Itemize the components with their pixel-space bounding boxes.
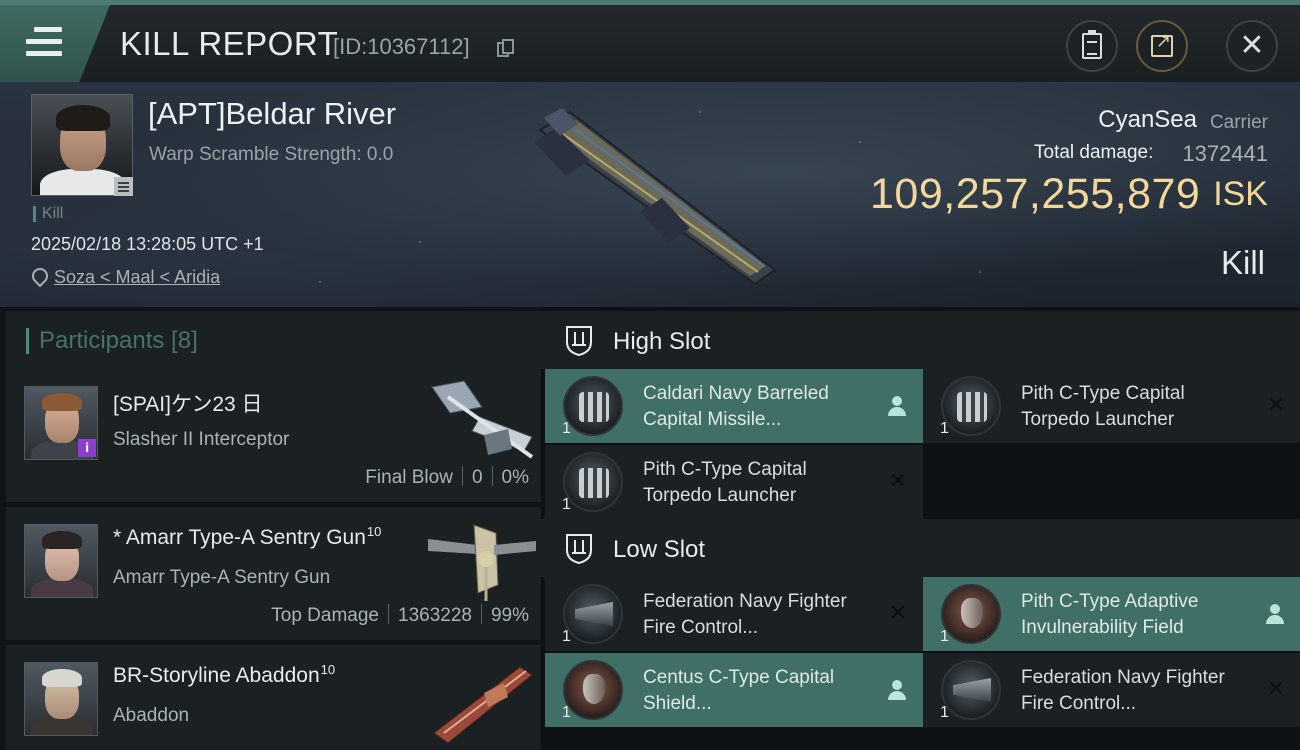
participants-title: Participants [8] — [26, 328, 198, 354]
clipboard-button[interactable] — [1066, 20, 1118, 72]
kill-datetime: 2025/02/18 13:28:05 UTC +1 — [31, 234, 264, 254]
warp-scramble-strength: Warp Scramble Strength: 0.0 — [149, 144, 394, 165]
participant-damage: 1363228 — [398, 605, 472, 626]
participant-row[interactable]: BR-Storyline Abaddon10 Abaddon — [6, 645, 541, 750]
result-label: Kill — [1220, 244, 1265, 281]
participant-ship: Abaddon — [113, 705, 190, 726]
participant-row[interactable]: * Amarr Type-A Sentry Gun10 Amarr Type-A… — [6, 507, 541, 640]
isk-value: 109,257,255,879 — [870, 170, 1201, 218]
kill-id: [ID:10367112] — [333, 34, 470, 59]
module-quantity: 1 — [940, 420, 949, 437]
close-icon: ✕ — [1239, 28, 1265, 63]
info-icon[interactable]: i — [78, 439, 96, 457]
shield-module-icon — [563, 660, 623, 720]
destroyed-status-icon — [887, 603, 909, 625]
fittings-panel: High Slot 1 Caldari Navy Barreled Capita… — [541, 307, 1300, 750]
participant-percent: 99% — [490, 605, 529, 626]
ship-image — [433, 666, 533, 743]
destroyed-status-icon — [1265, 679, 1287, 701]
module-name: Caldari Navy Barreled Capital Missile... — [643, 383, 829, 430]
participant-stats: Top Damage 1363228 99% — [271, 604, 529, 627]
kill-tag: Kill — [33, 206, 63, 222]
low-slot-header: Low Slot — [541, 519, 1300, 577]
menu-button[interactable] — [0, 5, 110, 82]
participant-damage: 0 — [471, 467, 483, 488]
participant-name: BR-Storyline Abaddon10 — [113, 662, 336, 687]
total-damage-label: Total damage: — [1034, 142, 1154, 163]
victim-banner: [APT]Beldar River Warp Scramble Strength… — [0, 82, 1300, 307]
participant-role: Final Blow — [365, 467, 453, 488]
victim-ship-type: Carrier — [1209, 112, 1268, 133]
share-button[interactable] — [1136, 20, 1188, 72]
victim-corporation: CyanSea — [1098, 106, 1197, 133]
participant-ship: Amarr Type-A Sentry Gun — [113, 567, 331, 588]
victim-name[interactable]: [APT]Beldar River — [148, 96, 396, 132]
clipboard-icon — [1082, 30, 1102, 59]
page-title: KILL REPORT — [120, 25, 339, 62]
participant-role: Top Damage — [271, 605, 379, 626]
missile-launcher-icon — [563, 376, 623, 436]
participant-percent: 0% — [501, 467, 529, 488]
fitting-module[interactable]: 1 Centus C-Type Capital Shield... — [545, 653, 923, 727]
fighter-fire-control-icon — [563, 584, 623, 644]
location-pin-icon — [31, 268, 45, 286]
share-icon — [1151, 31, 1173, 57]
dropped-status-icon — [887, 395, 909, 417]
total-damage-value: 1372441 — [1182, 141, 1268, 166]
module-name: Pith C-Type Capital Torpedo Launcher — [1021, 383, 1185, 430]
fitting-module[interactable]: 1 Pith C-Type Capital Torpedo Launcher — [545, 445, 923, 519]
module-quantity: 1 — [940, 704, 949, 721]
copy-icon[interactable] — [497, 39, 514, 58]
module-name: Centus C-Type Capital Shield... — [643, 667, 835, 714]
participant-ship: Slasher II Interceptor — [113, 429, 290, 450]
fitting-module[interactable]: 1 Caldari Navy Barreled Capital Missile.… — [545, 369, 923, 443]
module-quantity: 1 — [562, 704, 571, 721]
participant-name: [SPAI]ケン23 日 — [113, 393, 263, 416]
ship-image — [431, 380, 534, 459]
module-quantity: 1 — [940, 628, 949, 645]
torpedo-launcher-icon — [941, 376, 1001, 436]
participant-name: * Amarr Type-A Sentry Gun10 — [113, 524, 382, 549]
module-name: Federation Navy Fighter Fire Control... — [1021, 667, 1225, 714]
destroyed-status-icon — [887, 471, 909, 493]
dropped-status-icon — [1265, 603, 1287, 625]
module-quantity: 1 — [562, 420, 571, 437]
participant-stats: Final Blow 0 0% — [365, 466, 529, 489]
close-button[interactable]: ✕ — [1226, 20, 1278, 72]
carrier-ship-image — [534, 108, 777, 286]
avatar[interactable] — [24, 662, 98, 736]
ship-image — [428, 524, 536, 601]
low-slot-icon — [566, 534, 592, 564]
participant-row[interactable]: i [SPAI]ケン23 日 Slasher II Interceptor Fi… — [6, 369, 541, 502]
isk-unit: ISK — [1213, 175, 1268, 213]
module-name: Pith C-Type Capital Torpedo Launcher — [643, 459, 807, 506]
destroyed-status-icon — [1265, 395, 1287, 417]
torpedo-launcher-icon — [563, 452, 623, 512]
dropped-status-icon — [887, 679, 909, 701]
module-quantity: 1 — [562, 496, 571, 513]
invulnerability-field-icon — [941, 584, 1001, 644]
fitting-module[interactable]: 1 Federation Navy Fighter Fire Control..… — [923, 653, 1300, 727]
avatar[interactable] — [24, 524, 98, 598]
low-slot-label: Low Slot — [613, 536, 706, 563]
participants-panel: Participants [8] i [SPAI]ケン23 日 Slasher … — [0, 307, 541, 750]
participants-header[interactable]: Participants [8] — [6, 311, 541, 369]
location-link[interactable]: Soza < Maal < Aridia — [54, 267, 220, 288]
fighter-fire-control-icon — [941, 660, 1001, 720]
fitting-module[interactable]: 1 Federation Navy Fighter Fire Control..… — [545, 577, 923, 651]
high-slot-header: High Slot — [541, 311, 1300, 369]
module-quantity: 1 — [562, 628, 571, 645]
module-name: Federation Navy Fighter Fire Control... — [643, 591, 847, 638]
high-slot-label: High Slot — [613, 328, 711, 355]
module-name: Pith C-Type Adaptive Invulnerability Fie… — [1021, 591, 1199, 638]
list-icon[interactable] — [114, 177, 133, 196]
hamburger-menu-icon — [26, 27, 62, 57]
fitting-module[interactable]: 1 Pith C-Type Adaptive Invulnerability F… — [923, 577, 1300, 651]
top-bar: KILL REPORT [ID:10367112] ✕ — [0, 0, 1300, 82]
fitting-module[interactable]: 1 Pith C-Type Capital Torpedo Launcher — [923, 369, 1300, 443]
high-slot-icon — [566, 326, 592, 356]
